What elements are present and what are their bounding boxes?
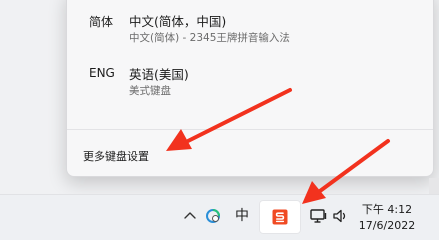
more-keyboard-settings-link[interactable]: 更多键盘设置 [83,148,149,164]
ime-s-icon [272,209,288,225]
cloud-sync-icon[interactable] [204,207,222,225]
clock-date: 17/6/2022 [358,219,416,232]
language-code: ENG [89,66,115,80]
clock-time: 下午 4:12 [361,203,413,216]
language-keyboard: 美式键盘 [129,85,171,97]
language-item-english[interactable]: ENG 英语(美国) 美式键盘 [67,66,433,110]
language-flyout: 简体 中文(简体，中国) 中文(简体) - 2345王牌拼音输入法 ENG 英语… [66,0,434,177]
taskbar: 中 下午 4:12 17/6/2022 [0,194,439,240]
language-keyboard: 中文(简体) - 2345王牌拼音输入法 [129,32,290,44]
speaker-icon[interactable] [332,207,348,225]
ime-tray-button[interactable] [259,200,301,234]
language-code: 简体 [89,15,114,29]
language-name: 英语(美国) [129,67,189,82]
network-monitor-icon[interactable] [309,206,329,226]
language-name: 中文(简体，中国) [129,14,227,29]
chevron-up-icon[interactable] [182,208,198,224]
window-edge [429,178,439,194]
input-mode-icon[interactable]: 中 [233,206,251,226]
taskbar-clock[interactable]: 下午 4:12 17/6/2022 [356,199,418,237]
flyout-divider [67,129,433,130]
language-item-chinese[interactable]: 简体 中文(简体，中国) 中文(简体) - 2345王牌拼音输入法 [67,13,433,57]
